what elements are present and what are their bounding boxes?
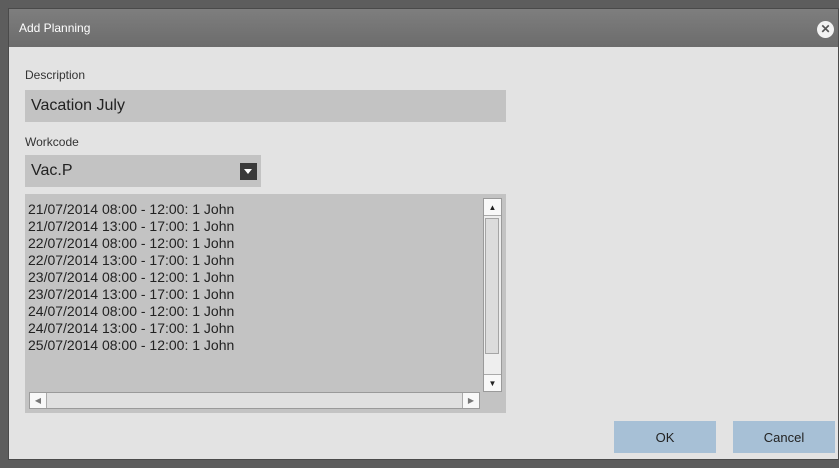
list-item[interactable]: 24/07/2014 08:00 - 12:00: 1 John <box>28 303 482 320</box>
chevron-down-icon[interactable] <box>240 163 257 180</box>
ok-button[interactable]: OK <box>614 421 716 453</box>
scroll-down-arrow-icon[interactable]: ▼ <box>484 374 501 391</box>
scroll-up-arrow-icon[interactable]: ▲ <box>484 199 501 216</box>
vertical-scrollbar[interactable]: ▲ ▼ <box>483 198 502 392</box>
dialog-titlebar[interactable]: Add Planning ✕ <box>9 9 838 47</box>
scroll-right-arrow-icon[interactable]: ▶ <box>462 393 479 408</box>
description-input[interactable] <box>25 90 506 122</box>
list-item[interactable]: 25/07/2014 08:00 - 12:00: 1 John <box>28 337 482 354</box>
vertical-scroll-thumb[interactable] <box>485 218 499 354</box>
cancel-button[interactable]: Cancel <box>733 421 835 453</box>
description-label: Description <box>25 68 86 82</box>
add-planning-dialog: Add Planning ✕ Description Workcode Vac.… <box>8 8 839 460</box>
workcode-label: Workcode <box>25 135 79 149</box>
scroll-left-arrow-icon[interactable]: ◀ <box>30 393 47 408</box>
list-item[interactable]: 21/07/2014 08:00 - 12:00: 1 John <box>28 201 482 218</box>
planning-listbox[interactable]: 21/07/2014 08:00 - 12:00: 1 John 21/07/2… <box>25 194 506 413</box>
list-item[interactable]: 21/07/2014 13:00 - 17:00: 1 John <box>28 218 482 235</box>
planning-list: 21/07/2014 08:00 - 12:00: 1 John 21/07/2… <box>28 201 482 354</box>
list-item[interactable]: 22/07/2014 08:00 - 12:00: 1 John <box>28 235 482 252</box>
list-item[interactable]: 22/07/2014 13:00 - 17:00: 1 John <box>28 252 482 269</box>
dialog-title: Add Planning <box>19 21 91 35</box>
horizontal-scrollbar[interactable]: ◀ ▶ <box>29 392 480 409</box>
list-item[interactable]: 23/07/2014 13:00 - 17:00: 1 John <box>28 286 482 303</box>
horizontal-scroll-thumb[interactable] <box>47 393 463 408</box>
workcode-select[interactable]: Vac.P <box>25 155 261 187</box>
list-item[interactable]: 23/07/2014 08:00 - 12:00: 1 John <box>28 269 482 286</box>
close-icon[interactable]: ✕ <box>817 21 834 38</box>
list-item[interactable]: 24/07/2014 13:00 - 17:00: 1 John <box>28 320 482 337</box>
workcode-selected-value: Vac.P <box>31 162 73 179</box>
